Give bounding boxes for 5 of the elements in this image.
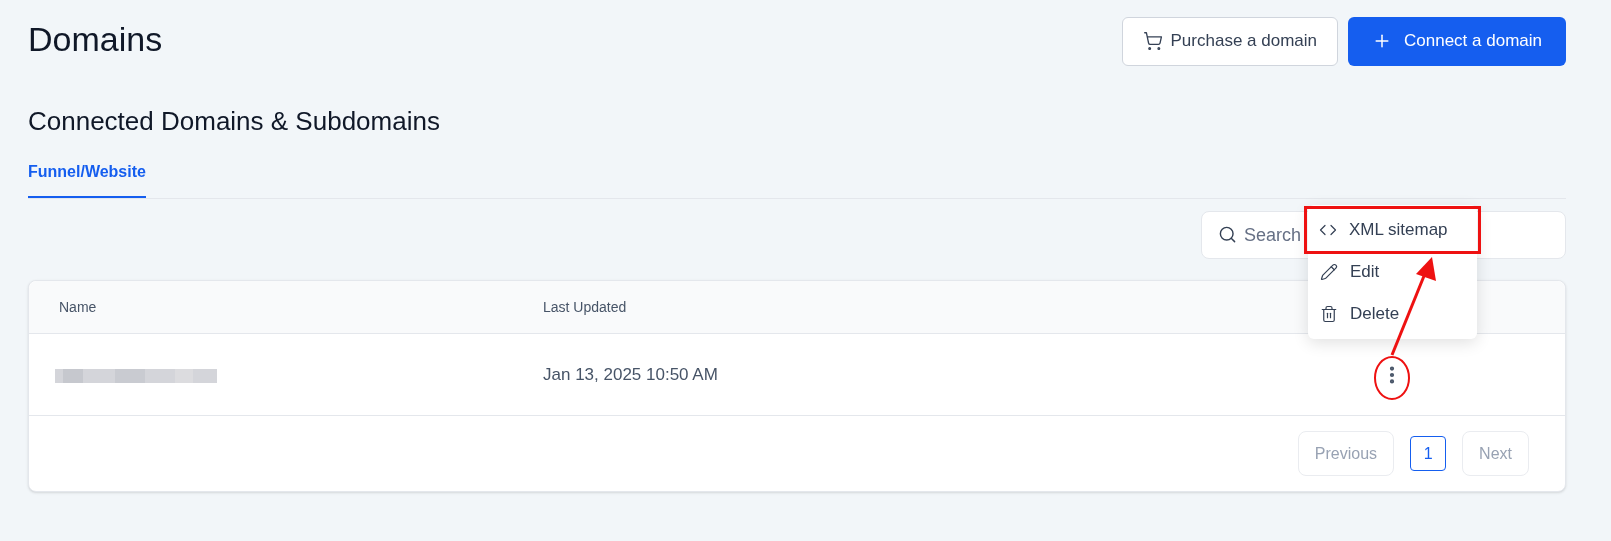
column-header: Last Updated xyxy=(543,297,627,317)
page-title: Domains xyxy=(28,22,163,56)
table-cell-text: Jan 13, 2025 10:50 AM xyxy=(543,363,718,386)
column-header: Name xyxy=(59,297,98,317)
section-title: Connected Domains & Subdomains xyxy=(28,108,441,134)
